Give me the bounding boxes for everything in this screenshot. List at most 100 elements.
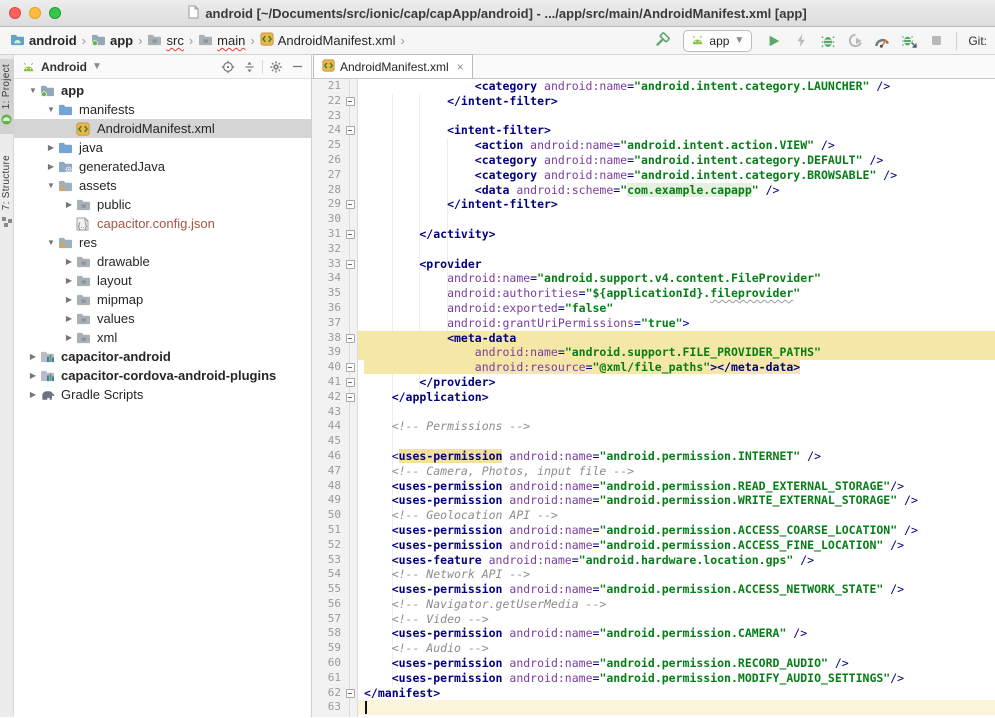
- code-line-51[interactable]: <uses-permission android:name="android.p…: [358, 523, 995, 538]
- line-number[interactable]: 48: [312, 479, 357, 494]
- code-line-48[interactable]: <uses-permission android:name="android.p…: [358, 479, 995, 494]
- tree-toggle-arrow[interactable]: ▼: [44, 105, 58, 114]
- code-line-61[interactable]: <uses-permission android:name="android.p…: [358, 671, 995, 686]
- code-line-35[interactable]: android:authorities="${applicationId}.fi…: [358, 286, 995, 301]
- code-line-45[interactable]: [358, 434, 995, 449]
- code-line-46[interactable]: <uses-permission android:name="android.p…: [358, 449, 995, 464]
- fold-marker-icon[interactable]: [346, 689, 355, 698]
- code-line-24[interactable]: <intent-filter>: [358, 123, 995, 138]
- line-number[interactable]: 22: [312, 94, 357, 109]
- line-number[interactable]: 58: [312, 626, 357, 641]
- line-number[interactable]: 54: [312, 567, 357, 582]
- line-number[interactable]: 45: [312, 434, 357, 449]
- tree-item-androidmanifest-xml[interactable]: AndroidManifest.xml: [14, 119, 311, 138]
- tree-item-layout[interactable]: ▶layout: [14, 271, 311, 290]
- line-number[interactable]: 62: [312, 686, 357, 701]
- debug-button[interactable]: [819, 32, 837, 50]
- tree-toggle-arrow[interactable]: ▶: [62, 295, 76, 304]
- code-line-55[interactable]: <uses-permission android:name="android.p…: [358, 582, 995, 597]
- code-line-58[interactable]: <uses-permission android:name="android.p…: [358, 626, 995, 641]
- breadcrumb-item-androidmanifest-xml[interactable]: AndroidManifest.xml: [258, 31, 398, 50]
- code-line-31[interactable]: </activity>: [358, 227, 995, 242]
- code-line-60[interactable]: <uses-permission android:name="android.p…: [358, 656, 995, 671]
- tree-item-values[interactable]: ▶values: [14, 309, 311, 328]
- tree-toggle-arrow[interactable]: ▼: [26, 86, 40, 95]
- fold-marker-icon[interactable]: [346, 393, 355, 402]
- line-number[interactable]: 31: [312, 227, 357, 242]
- code-line-41[interactable]: </provider>: [358, 375, 995, 390]
- code-line-27[interactable]: <category android:name="android.intent.c…: [358, 168, 995, 183]
- run-with-coverage-button[interactable]: [846, 32, 864, 50]
- fold-marker-icon[interactable]: [346, 126, 355, 135]
- apply-changes-button[interactable]: [792, 32, 810, 50]
- code-line-53[interactable]: <uses-feature android:name="android.hard…: [358, 553, 995, 568]
- tree-item-app[interactable]: ▼app: [14, 81, 311, 100]
- line-number[interactable]: 41: [312, 375, 357, 390]
- stop-button[interactable]: [927, 32, 945, 50]
- line-number[interactable]: 44: [312, 419, 357, 434]
- code-line-39[interactable]: android:name="android.support.FILE_PROVI…: [358, 345, 995, 360]
- code-line-33[interactable]: <provider: [358, 257, 995, 272]
- line-number[interactable]: 61: [312, 671, 357, 686]
- tree-item-capacitor-cordova-android-plugins[interactable]: ▶capacitor-cordova-android-plugins: [14, 366, 311, 385]
- tool-window-tab-project[interactable]: 1: Project: [0, 59, 14, 134]
- line-number[interactable]: 40: [312, 360, 357, 375]
- line-number[interactable]: 24: [312, 123, 357, 138]
- tree-toggle-arrow[interactable]: ▶: [62, 314, 76, 323]
- project-view-selector[interactable]: Android: [41, 60, 87, 74]
- line-number[interactable]: 33: [312, 257, 357, 272]
- line-number[interactable]: 25: [312, 138, 357, 153]
- fold-marker-icon[interactable]: [346, 230, 355, 239]
- line-number[interactable]: 47: [312, 464, 357, 479]
- code-editor[interactable]: <category android:name="android.intent.c…: [358, 79, 995, 717]
- code-line-28[interactable]: <data android:scheme="com.example.capapp…: [358, 183, 995, 198]
- locate-file-button[interactable]: [220, 59, 236, 75]
- editor-tab-androidmanifest[interactable]: AndroidManifest.xml ×: [313, 54, 473, 78]
- code-line-29[interactable]: </intent-filter>: [358, 197, 995, 212]
- line-number[interactable]: 56: [312, 597, 357, 612]
- line-number[interactable]: 23: [312, 109, 357, 124]
- tree-item-gradle-scripts[interactable]: ▶Gradle Scripts: [14, 385, 311, 404]
- fold-marker-icon[interactable]: [346, 200, 355, 209]
- code-line-34[interactable]: android:name="android.support.v4.content…: [358, 271, 995, 286]
- tool-window-tab-structure[interactable]: 7: Structure: [0, 150, 14, 235]
- code-line-32[interactable]: [358, 242, 995, 257]
- code-line-30[interactable]: [358, 212, 995, 227]
- line-number[interactable]: 35: [312, 286, 357, 301]
- line-number[interactable]: 53: [312, 553, 357, 568]
- fold-marker-icon[interactable]: [346, 334, 355, 343]
- close-tab-icon[interactable]: ×: [457, 60, 464, 74]
- line-number[interactable]: 38: [312, 331, 357, 346]
- attach-debugger-button[interactable]: [900, 32, 918, 50]
- line-number[interactable]: 28: [312, 183, 357, 198]
- code-line-43[interactable]: [358, 405, 995, 420]
- code-line-42[interactable]: </application>: [358, 390, 995, 405]
- tree-item-public[interactable]: ▶public: [14, 195, 311, 214]
- breadcrumb-item-src[interactable]: src: [145, 32, 185, 50]
- line-number[interactable]: 37: [312, 316, 357, 331]
- line-number[interactable]: 60: [312, 656, 357, 671]
- fold-marker-icon[interactable]: [346, 378, 355, 387]
- fold-marker-icon[interactable]: [346, 260, 355, 269]
- settings-gear-button[interactable]: [268, 59, 284, 75]
- code-line-44[interactable]: <!-- Permissions -->: [358, 419, 995, 434]
- code-line-59[interactable]: <!-- Audio -->: [358, 641, 995, 656]
- code-line-40[interactable]: android:resource="@xml/file_paths"></met…: [358, 360, 995, 375]
- tree-item-drawable[interactable]: ▶drawable: [14, 252, 311, 271]
- breadcrumb-item-app[interactable]: app: [89, 32, 135, 50]
- line-number[interactable]: 59: [312, 641, 357, 656]
- tree-toggle-arrow[interactable]: ▶: [26, 352, 40, 361]
- code-line-62[interactable]: </manifest>: [358, 686, 995, 701]
- tree-toggle-arrow[interactable]: ▶: [44, 162, 58, 171]
- hide-panel-button[interactable]: [289, 59, 305, 75]
- tree-toggle-arrow[interactable]: ▶: [44, 143, 58, 152]
- breadcrumb-item-android[interactable]: android: [8, 32, 79, 50]
- code-line-49[interactable]: <uses-permission android:name="android.p…: [358, 493, 995, 508]
- tree-item-mipmap[interactable]: ▶mipmap: [14, 290, 311, 309]
- line-number[interactable]: 21: [312, 79, 357, 94]
- code-line-56[interactable]: <!-- Navigator.getUserMedia -->: [358, 597, 995, 612]
- code-line-54[interactable]: <!-- Network API -->: [358, 567, 995, 582]
- profiler-button[interactable]: [873, 32, 891, 50]
- code-line-63[interactable]: [358, 700, 995, 715]
- line-number[interactable]: 50: [312, 508, 357, 523]
